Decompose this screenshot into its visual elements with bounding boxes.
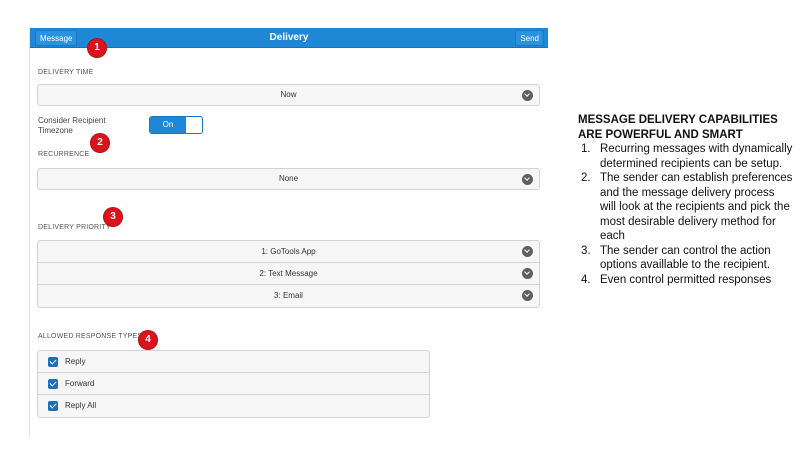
top-bar: Message Delivery Send — [30, 28, 548, 48]
delivery-screen: Message Delivery Send DELIVERY TIME Now … — [29, 28, 548, 438]
list-item-number: 4. — [581, 273, 591, 286]
checkbox-checked-icon[interactable] — [48, 379, 58, 389]
list-item-text: The sender can control the action option… — [600, 244, 771, 272]
response-type-label: Reply All — [65, 401, 97, 410]
list-item: 1. Recurring messages with dynamically de… — [578, 142, 793, 171]
page-title: Delivery — [269, 32, 309, 43]
send-button[interactable]: Send — [515, 30, 544, 46]
list-item-number: 2. — [581, 172, 591, 184]
callout-badge-3: 3 — [104, 208, 122, 226]
recurrence-value: None — [278, 174, 299, 183]
delivery-priority-label: DELIVERY PRIORITY — [38, 224, 111, 231]
delivery-time-select[interactable]: Now — [37, 84, 540, 106]
list-item-number: 1. — [581, 143, 591, 155]
capabilities-notes: MESSAGE DELIVERY CAPABILITIES ARE POWERF… — [578, 113, 793, 287]
timezone-toggle[interactable]: On — [149, 116, 203, 134]
response-type-reply[interactable]: Reply — [38, 351, 429, 373]
response-type-reply-all[interactable]: Reply All — [38, 395, 429, 417]
response-type-label: Forward — [65, 379, 95, 388]
recurrence-select[interactable]: None — [37, 168, 540, 190]
recurrence-label: RECURRENCE — [38, 151, 90, 158]
priority-item-label: 1: GoTools App — [261, 247, 316, 256]
list-item-text: The sender can establish preferences and… — [600, 172, 793, 242]
chevron-down-icon — [522, 290, 533, 301]
list-item-number: 3. — [581, 244, 591, 257]
priority-item-label: 2: Text Message — [259, 269, 318, 278]
chevron-down-icon — [522, 174, 533, 185]
priority-item[interactable]: 1: GoTools App — [38, 241, 539, 263]
list-item-text: Even control permitted responses — [600, 273, 772, 286]
checkbox-checked-icon[interactable] — [48, 401, 58, 411]
chevron-down-icon — [522, 90, 533, 101]
toggle-on-label: On — [150, 117, 186, 133]
list-item-text: Recurring messages with dynamically dete… — [600, 143, 793, 170]
delivery-priority-list: 1: GoTools App 2: Text Message 3: Email — [37, 240, 540, 308]
list-item: 4. Even control permitted responses — [578, 273, 793, 288]
list-item: 2. The sender can establish preferences a… — [578, 171, 793, 244]
response-type-label: Reply — [65, 357, 86, 366]
chevron-down-icon — [522, 246, 533, 257]
list-item: 3. The sender can control the action opti… — [578, 244, 793, 273]
delivery-time-label: DELIVERY TIME — [38, 69, 94, 76]
priority-item[interactable]: 2: Text Message — [38, 263, 539, 285]
chevron-down-icon — [522, 268, 533, 279]
callout-badge-2: 2 — [91, 134, 109, 152]
priority-item[interactable]: 3: Email — [38, 285, 539, 307]
response-type-forward[interactable]: Forward — [38, 373, 429, 395]
notes-title: MESSAGE DELIVERY CAPABILITIES ARE POWERF… — [578, 114, 778, 141]
response-types-label: ALLOWED RESPONSE TYPES — [38, 333, 143, 340]
timezone-label: Consider Recipient Timezone — [38, 116, 106, 135]
priority-item-label: 3: Email — [274, 291, 303, 300]
callout-badge-1: 1 — [88, 39, 106, 57]
checkbox-checked-icon[interactable] — [48, 357, 58, 367]
callout-badge-4: 4 — [139, 331, 157, 349]
delivery-time-value: Now — [280, 90, 297, 99]
notes-list: 1. Recurring messages with dynamically de… — [578, 142, 793, 287]
response-types-list: Reply Forward Reply All — [37, 350, 430, 418]
